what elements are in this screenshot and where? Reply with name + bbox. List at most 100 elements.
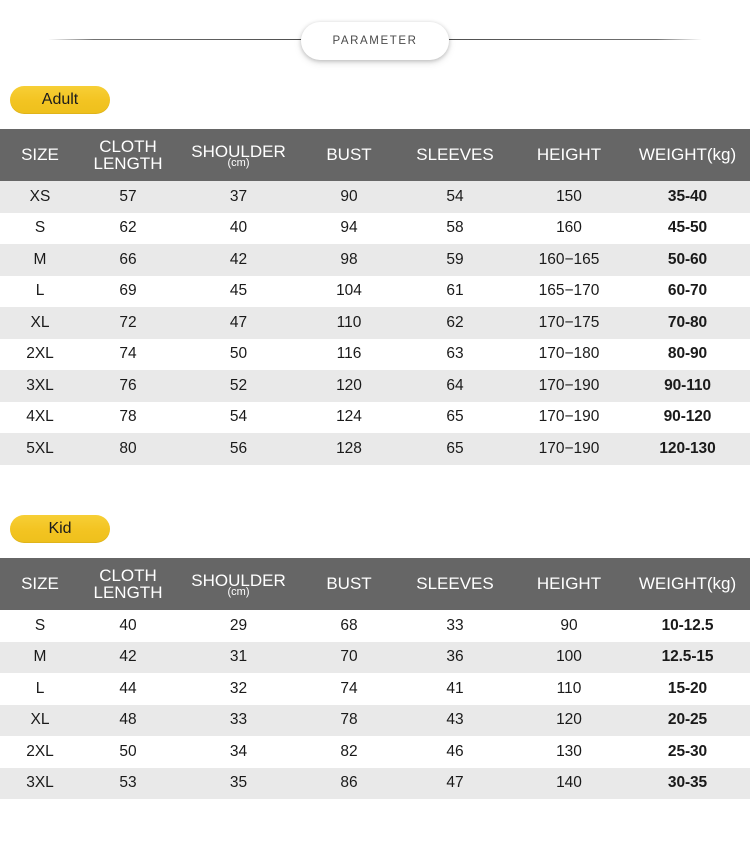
- cell-height: 170−180: [538, 345, 600, 363]
- col-header-size: SIZE: [21, 574, 59, 594]
- cell-weight: 90-110: [664, 376, 711, 394]
- cell-sleeves: 33: [446, 616, 464, 634]
- cell-shoulder: 29: [229, 616, 248, 634]
- cell-shoulder: 52: [229, 376, 248, 394]
- cell-cloth-length: 57: [119, 187, 137, 205]
- cell-cloth-length: 40: [119, 616, 137, 634]
- cell-shoulder: 34: [229, 742, 248, 760]
- parameter-pill: PARAMETER: [301, 22, 449, 60]
- cell-weight: 50-60: [667, 250, 708, 268]
- col-header-height: HEIGHT: [536, 574, 602, 594]
- cell-size: S: [34, 616, 46, 634]
- cell-sleeves: 64: [446, 376, 464, 394]
- cell-cloth-length: 48: [119, 711, 137, 729]
- cell-weight: 35-40: [667, 187, 708, 205]
- cell-cloth-length: 72: [119, 313, 137, 331]
- cell-shoulder: 37: [229, 187, 248, 205]
- cell-shoulder: 40: [229, 219, 248, 237]
- cell-cloth-length: 74: [119, 345, 137, 363]
- cell-height: 160−165: [538, 250, 600, 268]
- table-row: 2XL 50 34 82 46 130 25-30: [0, 736, 750, 768]
- banner-rule-left: [48, 38, 301, 40]
- cell-bust: 70: [340, 648, 358, 666]
- banner-rule-right: [449, 38, 702, 40]
- cell-height: 90: [560, 616, 578, 634]
- size-chart-page: PARAMETER Adult SIZE CLOTH LENGTH SHOULD…: [0, 0, 750, 849]
- cell-cloth-length: 69: [119, 282, 137, 300]
- cell-cloth-length: 42: [119, 648, 137, 666]
- cell-height: 170−190: [538, 376, 600, 394]
- table-row: M 42 31 70 36 100 12.5-15: [0, 641, 750, 673]
- cell-sleeves: 59: [446, 250, 464, 268]
- cell-shoulder: 35: [229, 774, 248, 792]
- cell-bust: 128: [336, 439, 362, 457]
- cell-weight: 80-90: [667, 345, 708, 363]
- cell-shoulder: 50: [229, 345, 248, 363]
- col-header-sleeves: SLEEVES: [416, 574, 494, 594]
- table-row: 3XL 76 52 120 64 170−190 90-110: [0, 370, 750, 402]
- cell-height: 170−190: [538, 408, 600, 426]
- cell-size: 3XL: [26, 376, 54, 394]
- cell-bust: 94: [340, 219, 358, 237]
- cell-cloth-length: 44: [119, 679, 137, 697]
- cell-cloth-length: 62: [119, 219, 137, 237]
- cell-weight: 10-12.5: [661, 616, 714, 634]
- adult-size-table: SIZE CLOTH LENGTH SHOULDER (cm) BUST SLE…: [0, 129, 750, 465]
- cell-sleeves: 46: [446, 742, 464, 760]
- cell-bust: 124: [336, 408, 362, 426]
- cell-bust: 78: [340, 711, 358, 729]
- table-row: L 69 45 104 61 165−170 60-70: [0, 275, 750, 307]
- cell-height: 170−190: [538, 439, 600, 457]
- badge-pill-adult: Adult: [10, 86, 110, 114]
- cell-bust: 74: [340, 679, 358, 697]
- cell-bust: 116: [336, 345, 362, 363]
- kid-badge-label: Kid: [48, 520, 72, 537]
- kid-header-row: SIZE CLOTH LENGTH SHOULDER (cm) BUST SLE…: [0, 558, 750, 610]
- cell-cloth-length: 66: [119, 250, 137, 268]
- cell-cloth-length: 53: [119, 774, 137, 792]
- cell-height: 170−175: [538, 313, 600, 331]
- table-row: XL 72 47 110 62 170−175 70-80: [0, 307, 750, 339]
- cell-height: 150: [556, 187, 582, 205]
- badge-pill-kid: Kid: [10, 515, 110, 543]
- cell-bust: 90: [340, 187, 358, 205]
- cell-weight: 60-70: [667, 282, 708, 300]
- table-row: XS 57 37 90 54 150 35-40: [0, 181, 750, 213]
- cell-size: 2XL: [26, 742, 54, 760]
- cell-cloth-length: 80: [119, 439, 137, 457]
- cell-shoulder: 31: [229, 648, 248, 666]
- cell-bust: 98: [340, 250, 358, 268]
- cell-sleeves: 43: [446, 711, 464, 729]
- cloth-length-line2: LENGTH: [93, 583, 163, 602]
- table-row: XL 48 33 78 43 120 20-25: [0, 704, 750, 736]
- table-row: 5XL 80 56 128 65 170−190 120-130: [0, 433, 750, 465]
- cell-height: 140: [556, 774, 582, 792]
- cell-size: 5XL: [26, 439, 54, 457]
- adult-table-head: SIZE CLOTH LENGTH SHOULDER (cm) BUST SLE…: [0, 129, 750, 181]
- adult-table-body: XS 57 37 90 54 150 35-40 S 62 40 94 58 160 45-50 M 66 42…: [0, 181, 750, 465]
- cell-weight: 30-35: [667, 774, 708, 792]
- cell-sleeves: 63: [446, 345, 464, 363]
- cell-bust: 68: [340, 616, 358, 634]
- kid-table-head: SIZE CLOTH LENGTH SHOULDER (cm) BUST SLE…: [0, 558, 750, 610]
- col-header-bust: BUST: [326, 574, 372, 594]
- adult-badge-label: Adult: [41, 91, 79, 108]
- cell-height: 165−170: [538, 282, 600, 300]
- parameter-title: PARAMETER: [332, 35, 418, 47]
- col-header-cloth-length: CLOTH LENGTH: [80, 558, 176, 610]
- cell-bust: 104: [336, 282, 362, 300]
- col-header-shoulder: SHOULDER (cm): [176, 558, 301, 610]
- cell-cloth-length: 50: [119, 742, 137, 760]
- cell-shoulder: 54: [229, 408, 248, 426]
- cell-weight: 12.5-15: [661, 648, 714, 666]
- cell-height: 110: [556, 679, 582, 697]
- cell-bust: 110: [336, 313, 362, 331]
- cell-size: L: [35, 282, 45, 300]
- cell-size: XL: [30, 313, 50, 331]
- table-row: S 62 40 94 58 160 45-50: [0, 212, 750, 244]
- col-header-weight: WEIGHT(kg): [638, 574, 737, 594]
- cell-shoulder: 33: [229, 711, 248, 729]
- cell-shoulder: 42: [229, 250, 248, 268]
- cell-sleeves: 65: [446, 408, 464, 426]
- table-row: L 44 32 74 41 110 15-20: [0, 673, 750, 705]
